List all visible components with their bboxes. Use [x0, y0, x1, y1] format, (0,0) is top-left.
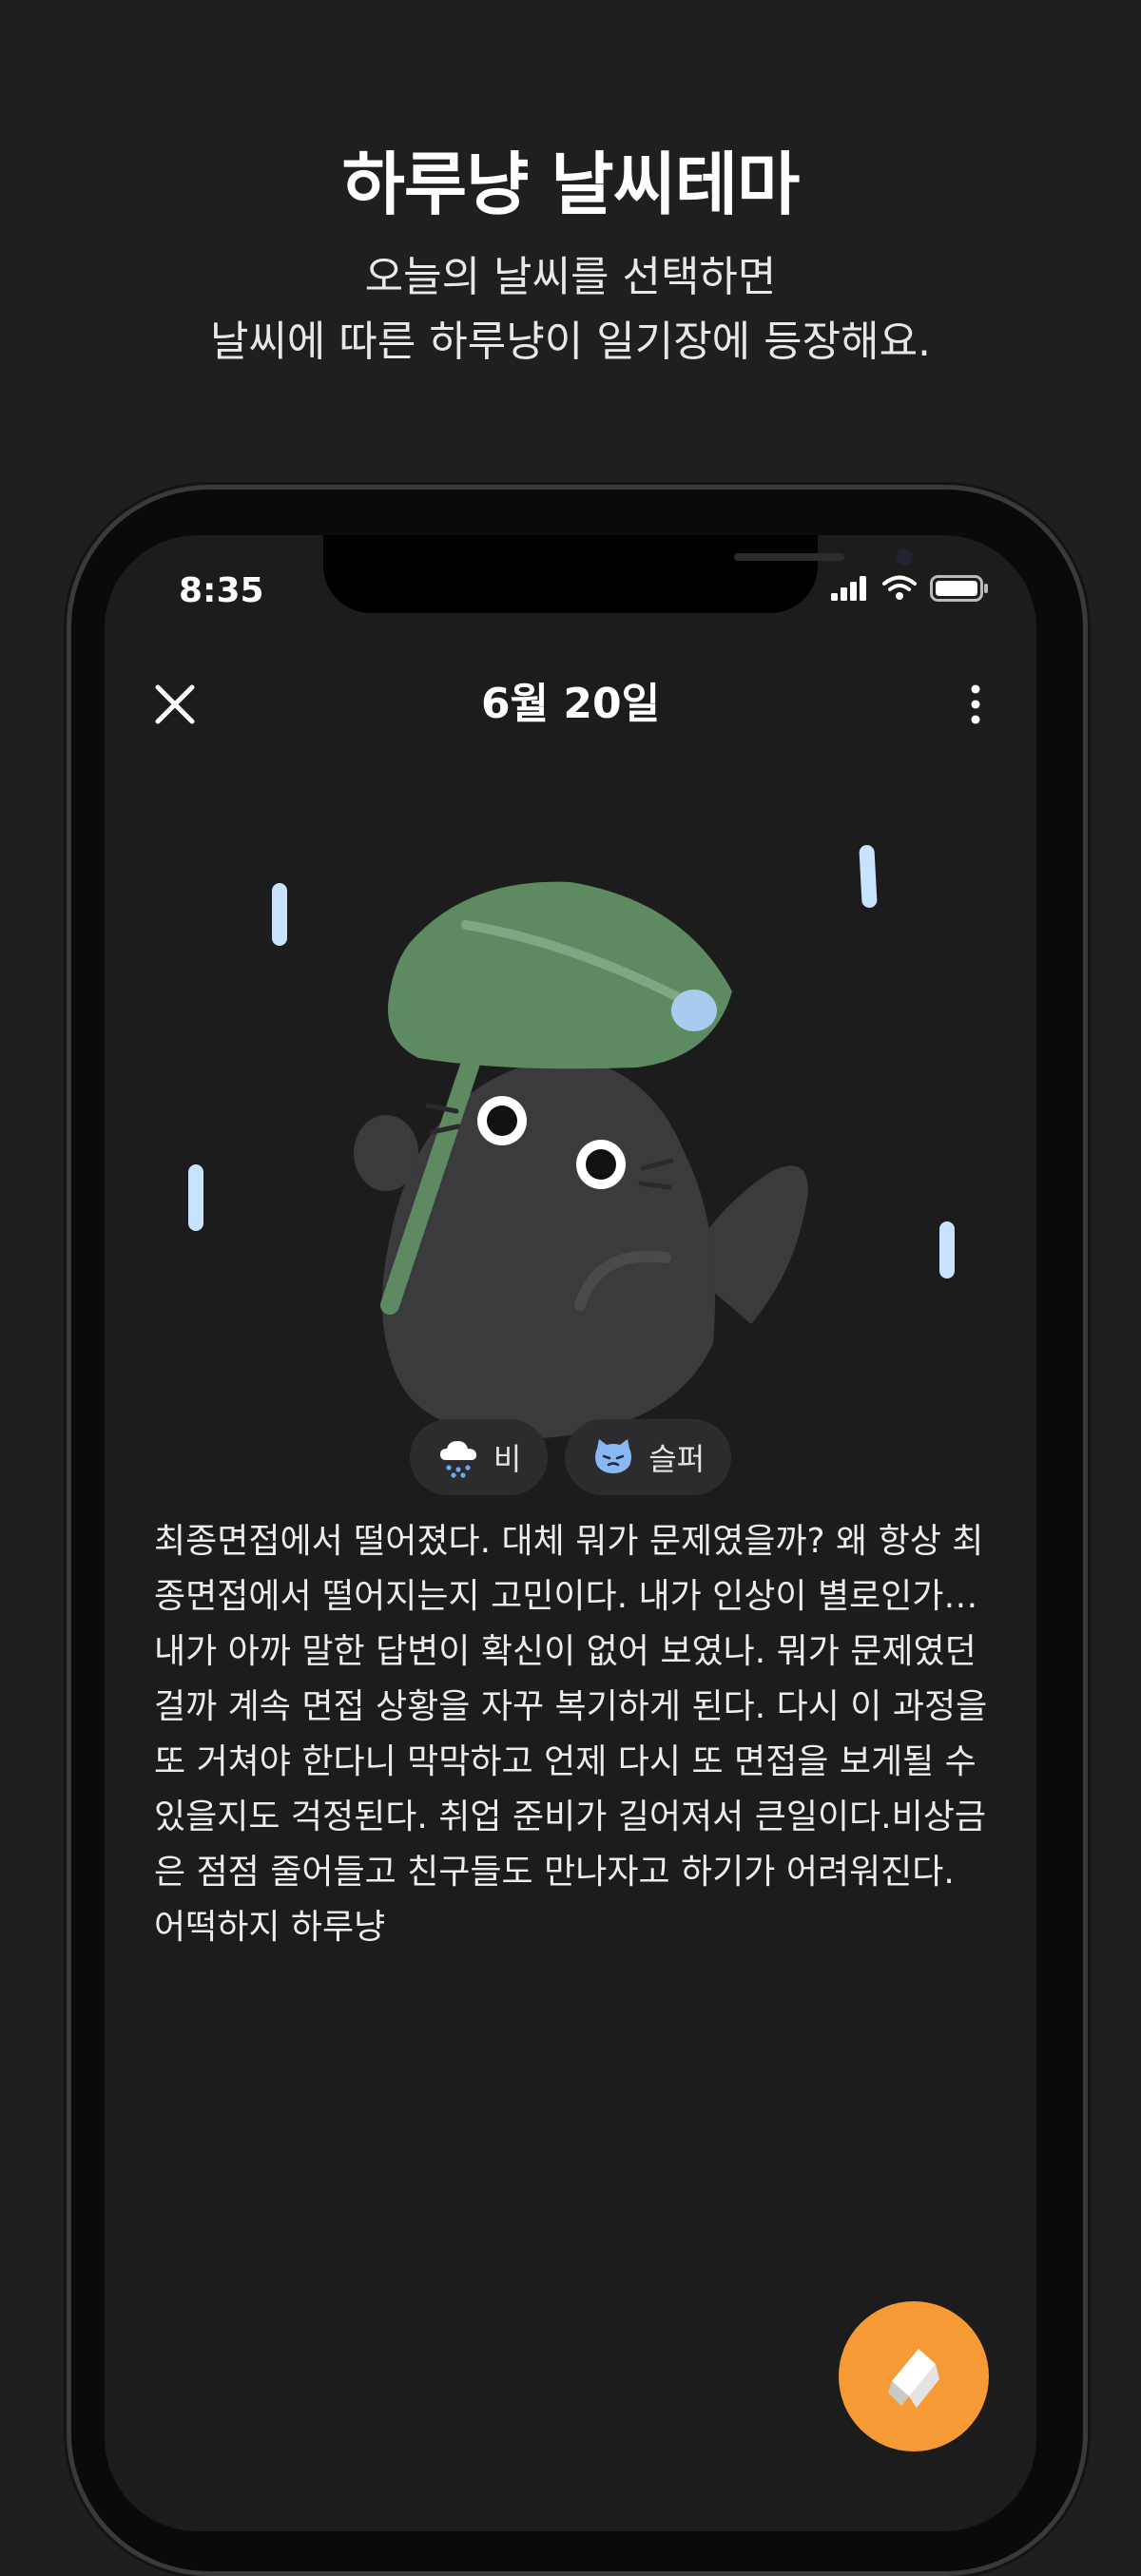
status-icons: [831, 575, 989, 602]
promo-subtitle-line-1: 오늘의 날씨를 선택하면: [364, 253, 777, 301]
page-title: 6월 20일: [480, 680, 661, 728]
phone-notch: [323, 535, 913, 613]
promo-subtitle: 오늘의 날씨를 선택하면 날씨에 따른 하루냥이 일기장에 등장해요.: [0, 245, 1141, 375]
wifi-icon: [882, 575, 917, 600]
phone-screen: 8:35 6월 20일 비 슬퍼 최종면접에서 떨어졌다. 대체 뭐가 문제였을…: [105, 535, 1036, 2531]
rain-cloud-icon: [439, 1441, 476, 1478]
tag-chips: 비 슬퍼: [105, 1419, 1036, 1495]
speaker-grille: [734, 553, 844, 561]
cat-body: [382, 1058, 715, 1438]
promo-title: 하루냥 날씨테마: [341, 144, 801, 224]
leaf-umbrella: [388, 881, 732, 1069]
cat-paw: [354, 1115, 418, 1191]
mood-chip[interactable]: 슬퍼: [565, 1419, 732, 1495]
promo-subtitle-line-2: 날씨에 따른 하루냥이 일기장에 등장해요.: [209, 317, 932, 366]
front-camera: [896, 548, 913, 566]
edit-pencil-icon: [888, 2349, 939, 2408]
weather-chip[interactable]: 비: [409, 1419, 549, 1495]
status-time: 8:35: [179, 571, 264, 610]
edit-button[interactable]: [839, 2301, 989, 2451]
weather-chip-label: 비: [493, 1441, 522, 1477]
mood-chip-label: 슬퍼: [648, 1441, 706, 1477]
battery-icon: [930, 575, 988, 602]
sad-cat-icon: [595, 1439, 632, 1473]
signal-icon: [831, 576, 866, 601]
diary-text: 최종면접에서 떨어졌다. 대체 뭐가 문제였을까? 왜 항상 최종면접에서 떨어…: [154, 1522, 988, 1947]
more-vertical-icon[interactable]: [957, 676, 995, 733]
